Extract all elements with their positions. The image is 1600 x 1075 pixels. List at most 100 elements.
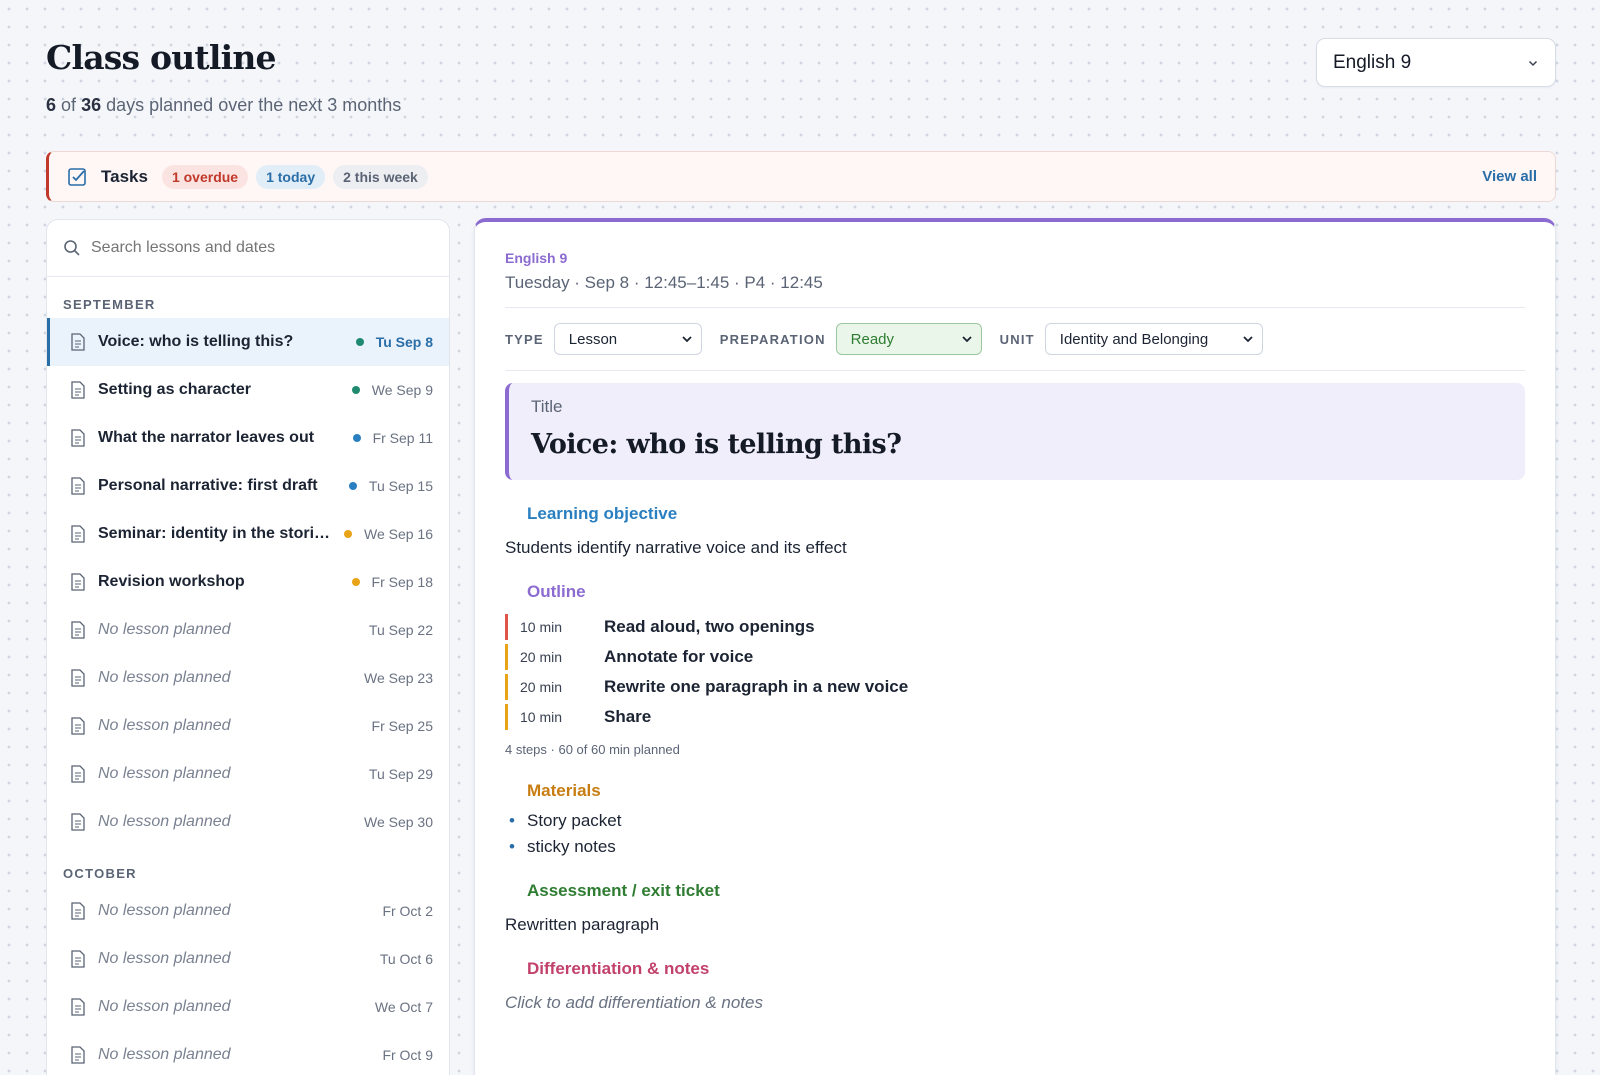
step-duration: 20 min bbox=[520, 679, 563, 695]
lesson-list-item[interactable]: No lesson planned Tu Sep 22 bbox=[47, 606, 449, 654]
lesson-list-item[interactable]: No lesson planned Fr Oct 9 bbox=[47, 1031, 449, 1075]
status-dot bbox=[351, 386, 360, 394]
status-dot bbox=[352, 434, 361, 442]
lesson-item-date: Tu Sep 22 bbox=[368, 622, 433, 638]
lesson-sidebar: SEPTEMBER Voice: who is telling this? Tu S… bbox=[46, 219, 450, 1075]
step-duration: 10 min bbox=[520, 709, 563, 725]
type-select[interactable]: Lesson bbox=[553, 323, 702, 355]
search-input[interactable] bbox=[91, 239, 433, 257]
status-dot bbox=[351, 578, 360, 586]
lesson-item-title: No lesson planned bbox=[98, 998, 231, 1015]
document-icon bbox=[71, 813, 85, 831]
lesson-course: English 9 bbox=[505, 250, 568, 266]
course-selector[interactable]: English 9 bbox=[1316, 38, 1556, 87]
of-text: of bbox=[61, 95, 77, 115]
materials-list[interactable]: Story packet sticky notes bbox=[505, 811, 1525, 857]
this-week-badge[interactable]: 2 this week bbox=[333, 164, 428, 189]
lesson-item-title: No lesson planned bbox=[98, 950, 231, 967]
document-icon bbox=[71, 621, 85, 639]
document-icon bbox=[71, 1046, 85, 1064]
chevron-down-icon bbox=[1528, 60, 1538, 66]
lesson-item-title: Personal narrative: first draft bbox=[98, 477, 318, 494]
lesson-list: SEPTEMBER Voice: who is telling this? Tu S… bbox=[47, 277, 449, 1075]
outline-summary: 4 steps · 60 of 60 min planned bbox=[505, 742, 680, 757]
title-field[interactable]: Title Voice: who is telling this? bbox=[505, 383, 1525, 480]
document-icon bbox=[71, 573, 85, 591]
lesson-list-item[interactable]: No lesson planned Fr Sep 25 bbox=[47, 702, 449, 750]
lesson-item-date: Fr Sep 11 bbox=[372, 430, 433, 446]
lesson-item-title: What the narrator leaves out bbox=[98, 429, 315, 446]
document-icon bbox=[71, 950, 85, 968]
month-label: SEPTEMBER bbox=[63, 297, 156, 312]
tasks-label: Tasks bbox=[101, 166, 148, 186]
outline-step[interactable]: 20 min Rewrite one paragraph in a new voi… bbox=[505, 674, 1525, 700]
step-duration: 10 min bbox=[520, 619, 563, 635]
lesson-item-title: No lesson planned bbox=[98, 669, 231, 686]
lesson-title: Voice: who is telling this? bbox=[531, 429, 902, 460]
lesson-list-item[interactable]: Voice: who is telling this? Tu Sep 8 bbox=[47, 318, 449, 366]
preparation-select[interactable]: Ready bbox=[835, 323, 982, 355]
lesson-list-item[interactable]: No lesson planned Tu Oct 6 bbox=[47, 935, 449, 983]
assessment-text[interactable]: Rewritten paragraph bbox=[505, 915, 1525, 935]
outline-list: 10 min Read aloud, two openings 20 min Anno… bbox=[505, 614, 1525, 730]
document-icon bbox=[71, 902, 85, 920]
objective-heading: Learning objective bbox=[527, 504, 678, 523]
type-label: TYPE bbox=[505, 331, 544, 347]
lesson-item-date: Tu Oct 6 bbox=[379, 951, 433, 967]
lesson-list-item[interactable]: Seminar: identity in the stories ... We S… bbox=[47, 510, 449, 558]
planning-summary: 6 of 36 days planned over the next 3 mon… bbox=[46, 95, 401, 116]
document-icon bbox=[71, 333, 85, 351]
preparation-label: PREPARATION bbox=[719, 331, 826, 347]
material-item: Story packet bbox=[509, 811, 1525, 831]
outline-step[interactable]: 20 min Annotate for voice bbox=[505, 644, 1525, 670]
lesson-list-item[interactable]: Revision workshop Fr Sep 18 bbox=[47, 558, 449, 606]
lesson-item-title: Setting as character bbox=[98, 381, 251, 398]
document-icon bbox=[71, 669, 85, 687]
chevron-down-icon bbox=[962, 336, 972, 343]
lesson-item-title: No lesson planned bbox=[98, 1046, 231, 1063]
document-icon bbox=[71, 429, 85, 447]
document-icon bbox=[71, 525, 85, 543]
month-label: OCTOBER bbox=[63, 866, 137, 881]
lesson-item-date: Tu Sep 8 bbox=[375, 334, 433, 350]
lesson-item-date: Fr Sep 18 bbox=[371, 574, 433, 590]
search-bar bbox=[47, 220, 449, 277]
step-duration: 20 min bbox=[520, 649, 563, 665]
lesson-item-date: Tu Sep 15 bbox=[368, 478, 433, 494]
lesson-item-date: Fr Sep 25 bbox=[371, 718, 433, 734]
objective-text[interactable]: Students identify narrative voice and it… bbox=[505, 538, 1525, 558]
outline-step[interactable]: 10 min Share bbox=[505, 704, 1525, 730]
lesson-list-item[interactable]: No lesson planned We Sep 30 bbox=[47, 798, 449, 846]
lesson-item-title: No lesson planned bbox=[98, 765, 231, 782]
lesson-item-title: No lesson planned bbox=[98, 902, 231, 919]
lesson-item-date: We Oct 7 bbox=[374, 999, 433, 1015]
unit-select[interactable]: Identity and Belonging bbox=[1044, 323, 1263, 355]
lesson-list-item[interactable]: Personal narrative: first draft Tu Sep 15 bbox=[47, 462, 449, 510]
lesson-list-item[interactable]: No lesson planned We Sep 23 bbox=[47, 654, 449, 702]
document-icon bbox=[71, 765, 85, 783]
unit-value: Identity and Belonging bbox=[1059, 330, 1209, 348]
lesson-list-item[interactable]: No lesson planned Fr Oct 2 bbox=[47, 887, 449, 935]
lesson-item-date: We Sep 16 bbox=[363, 526, 433, 542]
total-days: 36 bbox=[81, 95, 102, 115]
document-icon bbox=[71, 381, 85, 399]
today-badge[interactable]: 1 today bbox=[256, 164, 326, 189]
document-icon bbox=[71, 717, 85, 735]
lesson-list-item[interactable]: No lesson planned Tu Sep 29 bbox=[47, 750, 449, 798]
lesson-item-title: Revision workshop bbox=[98, 573, 245, 590]
step-text: Rewrite one paragraph in a new voice bbox=[604, 677, 909, 696]
lesson-list-item[interactable]: What the narrator leaves out Fr Sep 11 bbox=[47, 414, 449, 462]
lesson-list-item[interactable]: Setting as character We Sep 9 bbox=[47, 366, 449, 414]
status-dot bbox=[355, 338, 364, 346]
view-all-link[interactable]: View all bbox=[1482, 168, 1537, 185]
lesson-list-item[interactable]: No lesson planned We Oct 7 bbox=[47, 983, 449, 1031]
outline-heading: Outline bbox=[527, 582, 586, 601]
notes-heading: Differentiation & notes bbox=[527, 959, 710, 978]
outline-step[interactable]: 10 min Read aloud, two openings bbox=[505, 614, 1525, 640]
lesson-item-date: We Sep 23 bbox=[363, 670, 433, 686]
chevron-down-icon bbox=[682, 336, 692, 343]
overdue-badge[interactable]: 1 overdue bbox=[161, 164, 249, 189]
notes-placeholder[interactable]: Click to add differentiation & notes bbox=[505, 993, 1525, 1013]
unit-label: UNIT bbox=[999, 331, 1035, 347]
step-text: Read aloud, two openings bbox=[604, 617, 815, 636]
